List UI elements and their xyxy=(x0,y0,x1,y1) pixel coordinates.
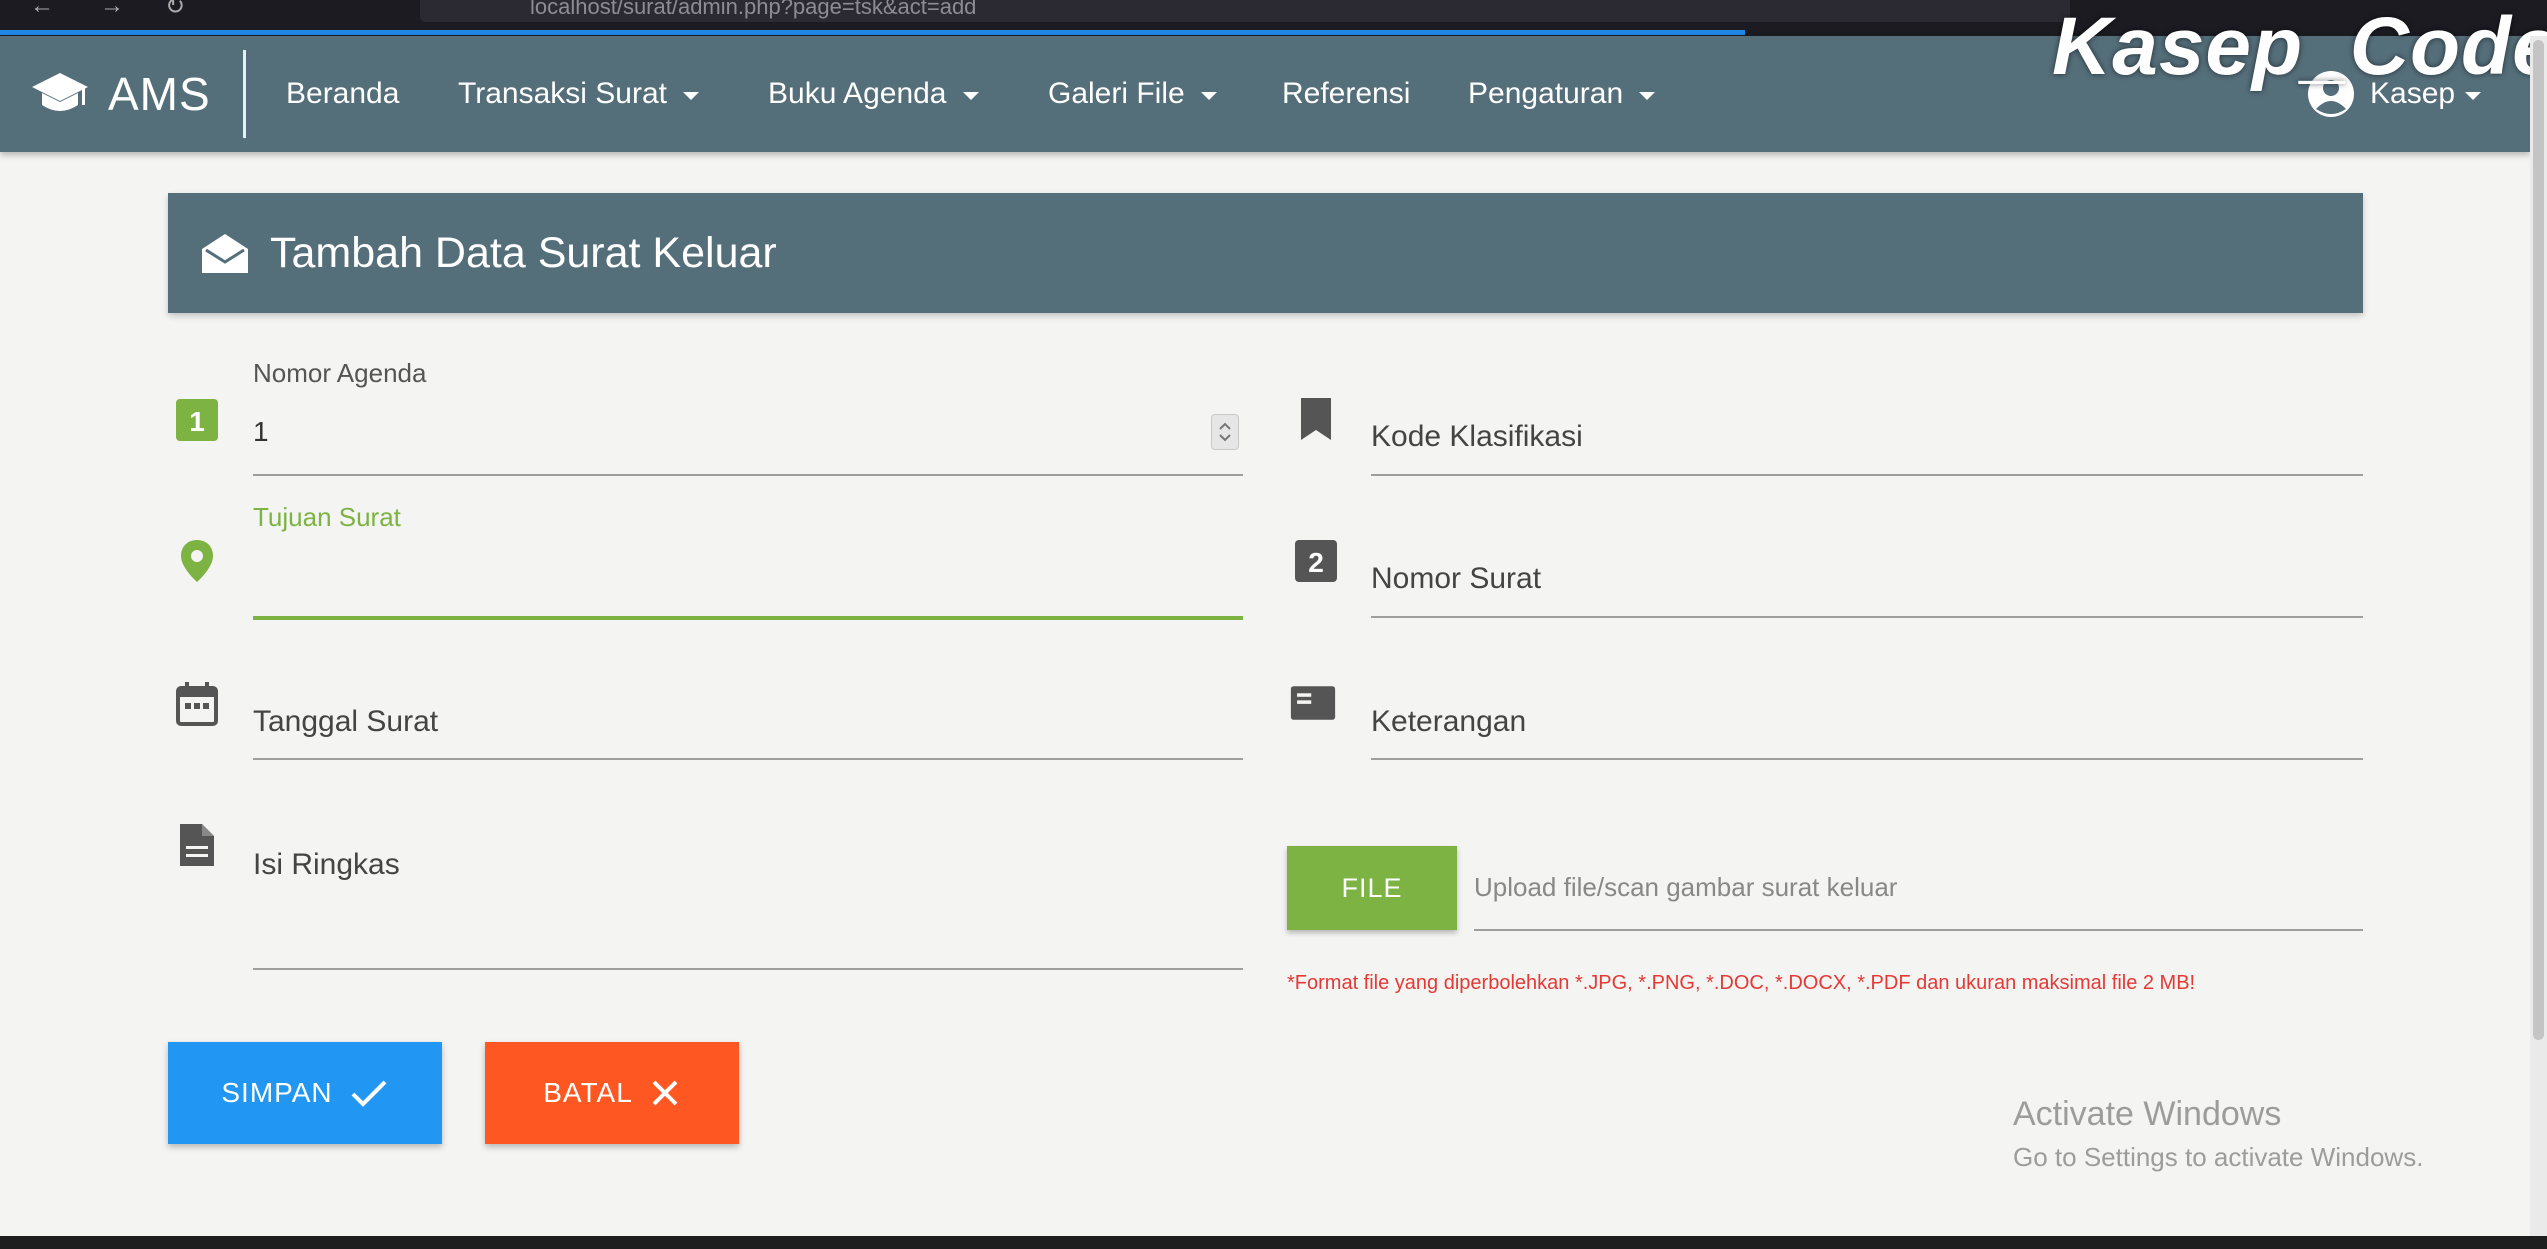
caret-down-icon xyxy=(1200,92,1217,100)
file-upload-button[interactable]: FILE xyxy=(1287,846,1457,930)
nav-beranda[interactable]: Beranda xyxy=(286,70,399,118)
file-path-underline xyxy=(1474,929,2363,931)
brand-name: AMS xyxy=(108,68,211,120)
forward-icon[interactable]: → xyxy=(100,0,124,20)
page-load-progress xyxy=(0,30,1745,35)
nav-label: Buku Agenda xyxy=(768,77,947,110)
keterangan-underline xyxy=(1371,758,2363,760)
nav-label: Galeri File xyxy=(1048,77,1185,110)
reload-icon[interactable]: ↻ xyxy=(165,0,185,21)
calendar-icon xyxy=(176,682,218,726)
tanggal-surat-field[interactable]: Tanggal Surat xyxy=(253,705,438,739)
bookmark-icon xyxy=(1301,398,1331,440)
save-button-label: SIMPAN xyxy=(221,1077,333,1108)
nav-label: Referensi xyxy=(1282,77,1411,110)
page-title: Tambah Data Surat Keluar xyxy=(270,228,777,277)
nav-label: Pengaturan xyxy=(1468,77,1624,110)
nav-galeri-file[interactable]: Galeri File xyxy=(1048,70,1217,118)
isi-ringkas-field[interactable]: Isi Ringkas xyxy=(253,848,400,882)
form-header: Tambah Data Surat Keluar xyxy=(168,193,2363,313)
caret-down-icon xyxy=(1639,92,1656,100)
looks-one-icon: 1 xyxy=(176,399,218,441)
nomor-agenda-underline xyxy=(253,474,1243,476)
nav-pengaturan[interactable]: Pengaturan xyxy=(1468,70,1656,118)
location-pin-icon xyxy=(181,540,213,582)
tujuan-surat-label: Tujuan Surat xyxy=(253,502,401,532)
brand-divider xyxy=(243,50,246,138)
tujuan-surat-underline xyxy=(253,616,1243,620)
keterangan-field[interactable]: Keterangan xyxy=(1371,705,1526,739)
isi-ringkas-underline xyxy=(253,968,1243,970)
check-icon xyxy=(351,1080,387,1107)
kode-klasifikasi-field[interactable]: Kode Klasifikasi xyxy=(1371,420,1583,454)
envelope-open-icon xyxy=(202,234,248,273)
nav-transaksi-surat[interactable]: Transaksi Surat xyxy=(458,70,699,118)
nav-buku-agenda[interactable]: Buku Agenda xyxy=(768,70,979,118)
file-path-input[interactable]: Upload file/scan gambar surat keluar xyxy=(1474,872,1897,903)
cancel-button[interactable]: BATAL xyxy=(485,1042,739,1144)
nav-referensi[interactable]: Referensi xyxy=(1282,70,1410,118)
windows-activation-notice: Activate Windows Go to Settings to activ… xyxy=(2013,1095,2423,1173)
page-scrollbar[interactable] xyxy=(2530,36,2547,1236)
os-taskbar xyxy=(0,1236,2547,1249)
activation-subtitle: Go to Settings to activate Windows. xyxy=(2013,1142,2424,1172)
save-button[interactable]: SIMPAN xyxy=(168,1042,442,1144)
close-icon xyxy=(652,1080,678,1106)
cancel-button-label: BATAL xyxy=(543,1077,633,1108)
video-watermark: Kasep_Code xyxy=(2052,1,2547,92)
kode-klasifikasi-underline xyxy=(1371,474,2363,476)
scrollbar-thumb[interactable] xyxy=(2533,40,2544,1040)
number-spinner[interactable] xyxy=(1211,414,1239,450)
svg-text:1: 1 xyxy=(189,406,205,437)
nav-label: Beranda xyxy=(286,77,400,110)
looks-two-icon: 2 xyxy=(1295,540,1337,582)
tujuan-surat-input[interactable] xyxy=(253,560,1243,610)
address-bar-url: localhost/surat/admin.php?page=tsk&act=a… xyxy=(530,0,977,19)
caret-down-icon xyxy=(682,92,699,100)
nomor-surat-underline xyxy=(1371,616,2363,618)
tanggal-surat-underline xyxy=(253,758,1243,760)
back-icon[interactable]: ← xyxy=(30,0,54,20)
caret-down-icon xyxy=(962,92,979,100)
graduation-cap-icon xyxy=(32,73,88,111)
description-icon xyxy=(180,824,214,866)
svg-text:2: 2 xyxy=(1308,547,1324,578)
activation-title: Activate Windows xyxy=(2013,1095,2282,1133)
brand-logo[interactable]: AMS xyxy=(30,64,211,124)
nomor-agenda-label: Nomor Agenda xyxy=(253,358,427,388)
featured-note-icon xyxy=(1290,686,1336,720)
nav-label: Transaksi Surat xyxy=(458,77,667,110)
file-format-note: *Format file yang diperbolehkan *.JPG, *… xyxy=(1287,972,2196,994)
nomor-surat-field[interactable]: Nomor Surat xyxy=(1371,562,1541,596)
nomor-agenda-input[interactable]: 1 xyxy=(253,416,269,448)
